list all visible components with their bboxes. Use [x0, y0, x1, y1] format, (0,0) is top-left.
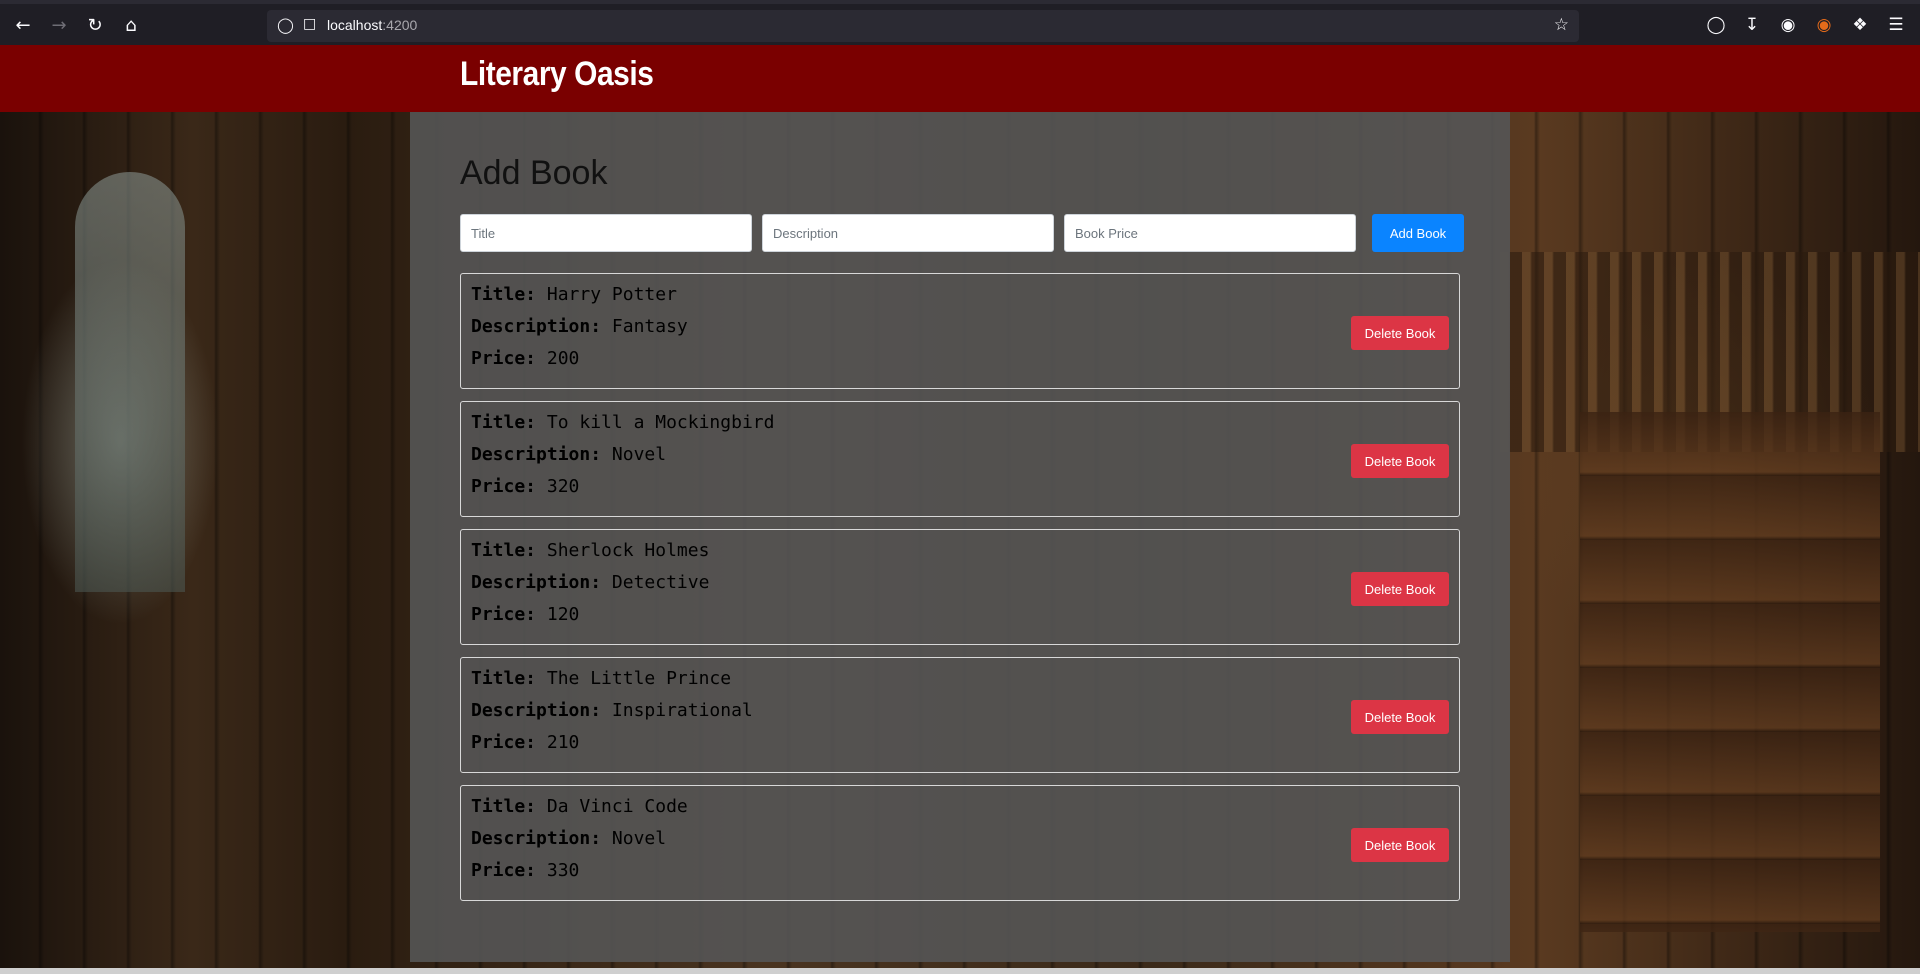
book-price: 330 [546, 860, 580, 881]
book-title: The Little Prince [546, 668, 732, 689]
delete-book-button[interactable]: Delete Book [1351, 700, 1449, 734]
book-price: 200 [546, 348, 580, 369]
book-card: Title: The Little Prince Description: In… [460, 657, 1460, 773]
delete-book-button[interactable]: Delete Book [1351, 316, 1449, 350]
background-bookshelf [1580, 412, 1880, 932]
title-label: Title: [471, 796, 537, 817]
add-book-button[interactable]: Add Book [1372, 214, 1464, 252]
book-title: To kill a Mockingbird [546, 412, 775, 433]
title-label: Title: [471, 668, 537, 689]
title-label: Title: [471, 540, 537, 561]
pocket-icon[interactable]: ◯ [1704, 15, 1728, 35]
book-description: Inspirational [611, 700, 753, 721]
downloads-icon[interactable]: ↧ [1740, 15, 1764, 35]
account-icon[interactable]: ◉ [1776, 15, 1800, 35]
forward-arrow-icon[interactable]: → [47, 14, 71, 38]
book-card: Title: Harry Potter Description: Fantasy… [460, 273, 1460, 389]
background-window [75, 172, 185, 592]
description-label: Description: [471, 828, 602, 849]
menu-hamburger-icon[interactable]: ☰ [1884, 15, 1908, 35]
book-card: Title: Sherlock Holmes Description: Dete… [460, 529, 1460, 645]
description-label: Description: [471, 572, 602, 593]
book-description: Fantasy [611, 316, 688, 337]
price-label: Price: [471, 860, 537, 881]
url-host: localhost [327, 17, 383, 33]
price-label: Price: [471, 348, 537, 369]
book-price: 210 [546, 732, 580, 753]
delete-book-button[interactable]: Delete Book [1351, 828, 1449, 862]
brand-title[interactable]: Literary Oasis [460, 55, 654, 94]
tracking-shield-icon[interactable]: ◯ [277, 16, 294, 34]
book-card: Title: To kill a Mockingbird Description… [460, 401, 1460, 517]
description-input[interactable] [762, 214, 1054, 252]
app-header: Literary Oasis [0, 45, 1920, 112]
window-bottom-edge [0, 968, 1920, 974]
book-description: Novel [611, 828, 667, 849]
browser-toolbar: ← → ↻ ⌂ ◯ □ localhost:4200 ☆ ◯ ↧ ◉ ◉ ❖ ☰ [0, 0, 1920, 45]
price-label: Price: [471, 604, 537, 625]
book-title: Harry Potter [546, 284, 677, 305]
delete-book-button[interactable]: Delete Book [1351, 444, 1449, 478]
book-price: 120 [546, 604, 580, 625]
main-panel: Add Book Add Book Title: Harry Potter De… [410, 112, 1510, 962]
description-label: Description: [471, 444, 602, 465]
price-label: Price: [471, 476, 537, 497]
reload-icon[interactable]: ↻ [83, 14, 107, 38]
add-book-form: Add Book [460, 214, 1464, 252]
book-price-input[interactable] [1064, 214, 1356, 252]
page-info-icon[interactable]: □ [303, 16, 316, 32]
book-description: Novel [611, 444, 667, 465]
price-label: Price: [471, 732, 537, 753]
description-label: Description: [471, 700, 602, 721]
title-label: Title: [471, 284, 537, 305]
extension-fox-icon[interactable]: ◉ [1812, 15, 1836, 35]
book-title: Da Vinci Code [546, 796, 688, 817]
title-input[interactable] [460, 214, 752, 252]
book-card: Title: Da Vinci Code Description: Novel … [460, 785, 1460, 901]
home-icon[interactable]: ⌂ [119, 14, 143, 38]
url-port: :4200 [382, 17, 418, 33]
back-arrow-icon[interactable]: ← [11, 14, 35, 38]
delete-book-button[interactable]: Delete Book [1351, 572, 1449, 606]
book-title: Sherlock Holmes [546, 540, 710, 561]
book-price: 320 [546, 476, 580, 497]
extensions-puzzle-icon[interactable]: ❖ [1848, 15, 1872, 35]
bookmark-star-icon[interactable]: ☆ [1554, 15, 1569, 35]
book-description: Detective [611, 572, 710, 593]
url-text[interactable]: localhost:4200 [327, 17, 417, 33]
description-label: Description: [471, 316, 602, 337]
address-bar[interactable]: ◯ □ localhost:4200 ☆ [267, 10, 1579, 42]
page-title: Add Book [460, 154, 608, 192]
title-label: Title: [471, 412, 537, 433]
